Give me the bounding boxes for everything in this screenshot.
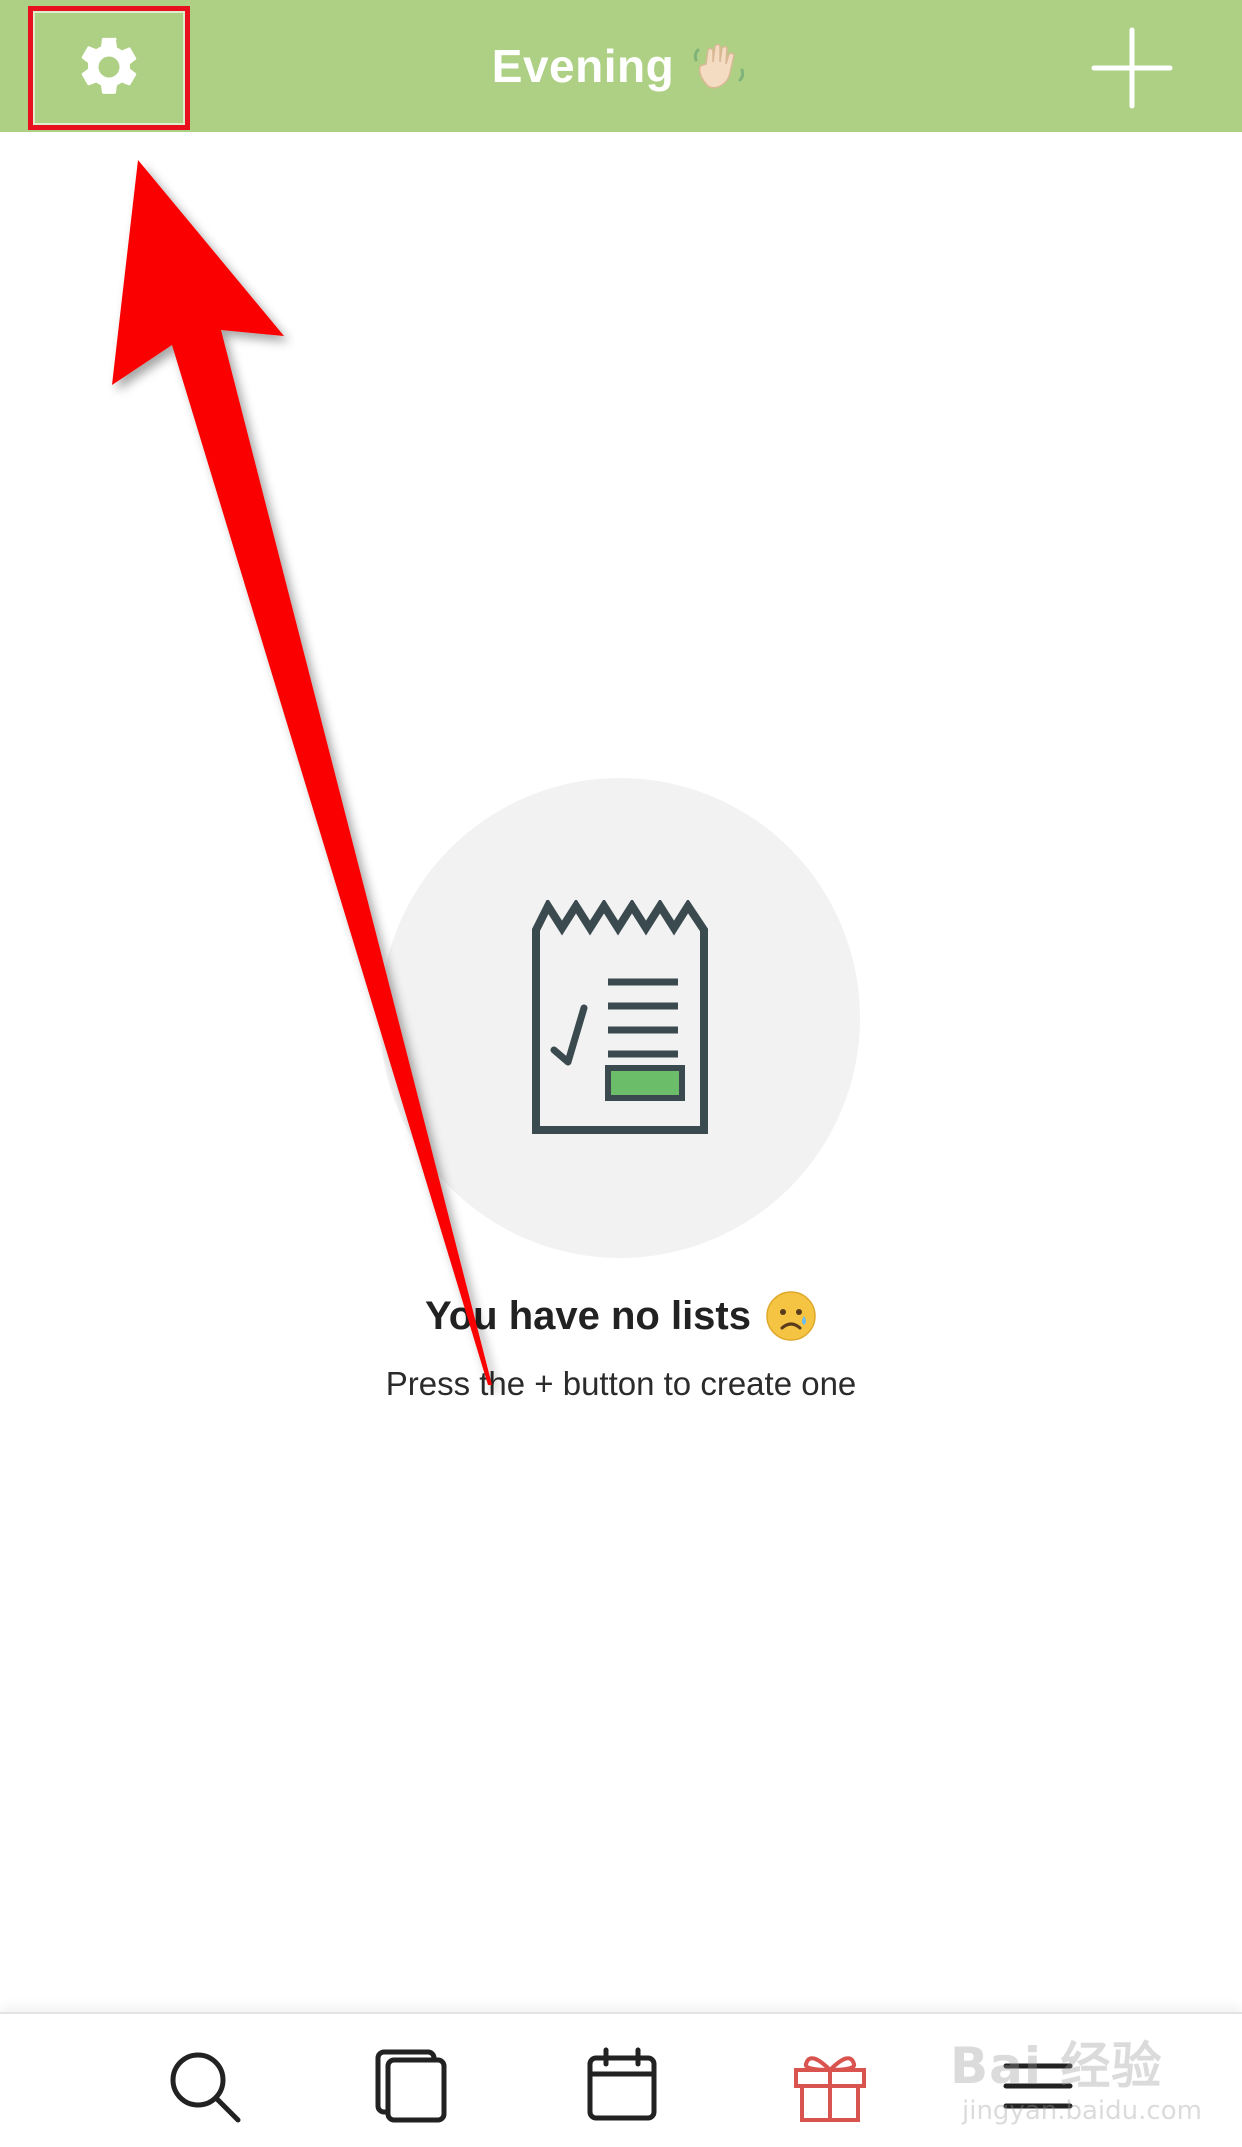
header-title: Evening <box>491 40 675 92</box>
menu-icon <box>1003 2063 1073 2109</box>
tab-search[interactable] <box>162 2044 246 2128</box>
gift-icon <box>794 2056 866 2122</box>
tab-gift[interactable] <box>788 2044 872 2128</box>
empty-state-title: You have no lists <box>0 1290 1242 1342</box>
empty-state-subtitle: Press the + button to create one <box>385 1365 857 1402</box>
receipt-checklist-icon <box>532 900 708 1134</box>
tab-lists[interactable] <box>370 2044 454 2128</box>
gear-icon <box>81 37 137 94</box>
copy-icon <box>375 2049 447 2123</box>
plus-icon <box>1091 27 1173 109</box>
empty-state-title-text: You have no lists <box>425 1293 751 1338</box>
sad-face-icon <box>766 1291 816 1341</box>
settings-button[interactable] <box>30 6 188 128</box>
waving-hand-icon <box>694 43 745 89</box>
tab-menu[interactable] <box>996 2044 1080 2128</box>
bottom-tab-bar <box>0 2012 1242 2147</box>
app-screen: Evening You have no lists Press the + bu… <box>0 0 1242 2147</box>
calendar-icon <box>587 2047 657 2121</box>
top-header: Evening <box>0 0 1242 132</box>
add-list-button[interactable] <box>1090 26 1174 110</box>
tab-calendar[interactable] <box>580 2044 664 2128</box>
search-icon <box>170 2052 241 2123</box>
